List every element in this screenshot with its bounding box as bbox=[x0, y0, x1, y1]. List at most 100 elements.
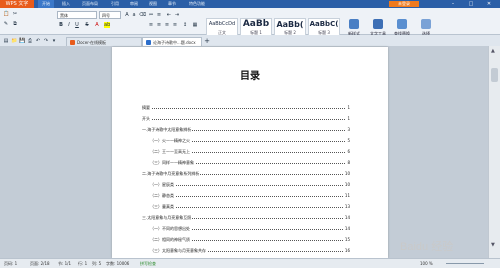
style-heading1[interactable]: AaBb 标题 1 bbox=[240, 18, 272, 36]
toc-entry-text: 开头 bbox=[142, 116, 151, 121]
toc-entry-text: 一.海子诗歌中太阳意象辨析 bbox=[142, 127, 193, 132]
menu-review[interactable]: 审阅 bbox=[130, 0, 138, 8]
grow-font-icon[interactable]: A bbox=[124, 12, 130, 18]
bold-icon[interactable]: B bbox=[58, 22, 64, 28]
line-spacing-icon[interactable]: ↕ bbox=[182, 22, 188, 28]
scroll-down-icon[interactable]: ▼ bbox=[491, 242, 495, 248]
bullets-icon[interactable]: ≔ bbox=[148, 12, 154, 18]
clear-format-icon[interactable]: ⌫ bbox=[139, 12, 146, 18]
shrink-font-icon[interactable]: a bbox=[131, 12, 137, 18]
style-heading2[interactable]: AaBb( 标题 2 bbox=[274, 18, 306, 36]
cut-icon[interactable]: ✂ bbox=[12, 11, 18, 17]
tab-docer-templates[interactable]: Docer-在线模板 bbox=[66, 37, 142, 46]
quick-access-more-icon[interactable]: ▾ bbox=[51, 38, 57, 44]
toc-entry-text: （三）童真类 bbox=[150, 204, 175, 209]
tab-docer-label: Docer-在线模板 bbox=[77, 40, 107, 45]
justify-icon[interactable]: ≡ bbox=[172, 22, 178, 28]
toc-entry-page: 6 bbox=[346, 149, 350, 154]
toc-entry[interactable]: （一）星辰类 10 bbox=[150, 182, 350, 187]
style-heading3-preview: AaBbC( bbox=[309, 20, 339, 28]
toc-entry[interactable]: 一.海子诗歌中太阳意象辨析 3 bbox=[142, 127, 350, 132]
tab-current-label: 论海子诗歌中...题.docx bbox=[153, 40, 196, 45]
highlight-icon[interactable]: ab bbox=[104, 22, 110, 28]
zoom-slider[interactable] bbox=[446, 263, 484, 264]
numbering-icon[interactable]: ≡ bbox=[156, 12, 162, 18]
copy-icon[interactable]: ⧉ bbox=[12, 21, 18, 27]
scroll-up-icon[interactable]: ▲ bbox=[491, 48, 495, 54]
ribbon-toolbar: 📋 ✎ ✂ ⧉ 黑体 四号 A a ⌫ B I U S A ab ≔ ≡ ⇤ ⇥… bbox=[0, 8, 500, 36]
toc-entry[interactable]: （一）不同的思想出处 14 bbox=[150, 226, 350, 231]
paste-icon[interactable]: 📋 bbox=[3, 11, 9, 17]
toc-leader-dots bbox=[150, 196, 345, 197]
redo-icon[interactable]: ↷ bbox=[43, 38, 49, 44]
toc-entry[interactable]: 二.海子诗歌中月亮意象系列辨析 10 bbox=[142, 171, 350, 176]
toc-entry[interactable]: （二）静态类 11 bbox=[150, 193, 350, 198]
scrollbar-thumb[interactable] bbox=[491, 68, 498, 82]
toc-entry-text: 二.海子诗歌中月亮意象系列辨析 bbox=[142, 171, 201, 176]
toc-entry[interactable]: 开头 1 bbox=[142, 116, 350, 121]
font-name-select[interactable]: 黑体 bbox=[57, 11, 97, 19]
toc-entry[interactable]: （三）太阳意象与月亮意象共存 16 bbox=[150, 248, 350, 253]
style-normal-preview: AaBbCcDd bbox=[208, 21, 236, 27]
toc-entry[interactable]: 摘要 1 bbox=[142, 105, 350, 110]
save-icon[interactable]: 💾 bbox=[19, 38, 25, 44]
login-button[interactable]: 未登录 bbox=[389, 1, 419, 7]
toc-entry[interactable]: 三.太阳意象与月亮意象互照 14 bbox=[142, 215, 350, 220]
select-icon bbox=[421, 19, 431, 29]
toc-entry[interactable]: （二）王——至高无上 6 bbox=[150, 149, 350, 154]
font-size-select[interactable]: 四号 bbox=[99, 11, 121, 19]
font-color-icon[interactable]: A bbox=[94, 22, 100, 28]
toc-entry-page: 15 bbox=[343, 237, 350, 242]
toc-entry-text: （一）火——精神之火 bbox=[150, 138, 191, 143]
undo-icon[interactable]: ↶ bbox=[35, 38, 41, 44]
menu-sections[interactable]: 章节 bbox=[168, 0, 176, 8]
italic-icon[interactable]: I bbox=[66, 22, 72, 28]
wps-app-button[interactable]: WPS 文字 bbox=[0, 0, 34, 8]
tab-current-document[interactable]: 论海子诗歌中...题.docx bbox=[142, 37, 202, 46]
toc-leader-dots bbox=[150, 207, 345, 208]
toc-entry-page: 10 bbox=[343, 171, 350, 176]
minimize-icon[interactable]: – bbox=[444, 0, 462, 8]
decrease-indent-icon[interactable]: ⇤ bbox=[166, 12, 172, 18]
toc-entry-text: （二）王——至高无上 bbox=[150, 149, 191, 154]
style-normal[interactable]: AaBbCcDd 正文 bbox=[206, 18, 238, 36]
align-right-icon[interactable]: ≡ bbox=[164, 22, 170, 28]
open-folder-icon[interactable]: 📁 bbox=[11, 38, 17, 44]
strikethrough-icon[interactable]: S bbox=[84, 22, 90, 28]
increase-indent-icon[interactable]: ⇥ bbox=[174, 12, 180, 18]
table-border-icon[interactable]: ▦ bbox=[192, 22, 198, 28]
toc-entry-text: （二）相同的神秘气质 bbox=[150, 237, 191, 242]
watermark-text: Baidu 经验 bbox=[400, 239, 453, 253]
toc-entry[interactable]: （三）同样——精神意象 8 bbox=[150, 160, 350, 165]
menu-page-layout[interactable]: 页面布局 bbox=[82, 0, 98, 8]
new-doc-icon[interactable]: ▤ bbox=[3, 38, 9, 44]
underline-icon[interactable]: U bbox=[74, 22, 80, 28]
vertical-scrollbar[interactable]: ▲ ▼ bbox=[488, 46, 500, 258]
toc-entry[interactable]: （一）火——精神之火 5 bbox=[150, 138, 350, 143]
style-heading2-preview: AaBb( bbox=[276, 20, 304, 29]
toc-leader-dots bbox=[150, 185, 345, 186]
new-tab-plus-icon[interactable]: + bbox=[204, 38, 210, 45]
toc-entry[interactable]: （三）童真类 13 bbox=[150, 204, 350, 209]
style-heading3[interactable]: AaBbC( 标题 3 bbox=[308, 18, 340, 36]
toc-entry-page: 16 bbox=[343, 248, 350, 253]
document-page[interactable]: 目录 摘要 1 开头 1 一.海子诗歌中太阳意象辨析 3 （一）火——精神之火 5 （二）王——… bbox=[112, 47, 388, 258]
toc-entry-text: 三.太阳意象与月亮意象互照 bbox=[142, 215, 193, 220]
align-center-icon[interactable]: ≡ bbox=[156, 22, 162, 28]
style-heading1-preview: AaBb bbox=[242, 19, 270, 29]
word-doc-icon bbox=[146, 40, 151, 45]
menu-view[interactable]: 视图 bbox=[149, 0, 157, 8]
menu-home[interactable]: 开始 bbox=[38, 0, 54, 8]
menu-insert[interactable]: 插入 bbox=[62, 0, 70, 8]
toc-entry-text: （二）静态类 bbox=[150, 193, 175, 198]
toc-entry[interactable]: （二）相同的神秘气质 15 bbox=[150, 237, 350, 242]
menu-references[interactable]: 引用 bbox=[111, 0, 119, 8]
toc-entry-page: 14 bbox=[343, 226, 350, 231]
format-painter-icon[interactable]: ✎ bbox=[3, 21, 9, 27]
maximize-icon[interactable]: □ bbox=[462, 0, 480, 8]
align-left-icon[interactable]: ≡ bbox=[148, 22, 154, 28]
print-icon[interactable]: ⎙ bbox=[27, 38, 33, 44]
menu-features[interactable]: 特色功能 bbox=[189, 0, 205, 8]
new-style-icon bbox=[349, 19, 359, 29]
close-icon[interactable]: ✕ bbox=[480, 0, 498, 8]
